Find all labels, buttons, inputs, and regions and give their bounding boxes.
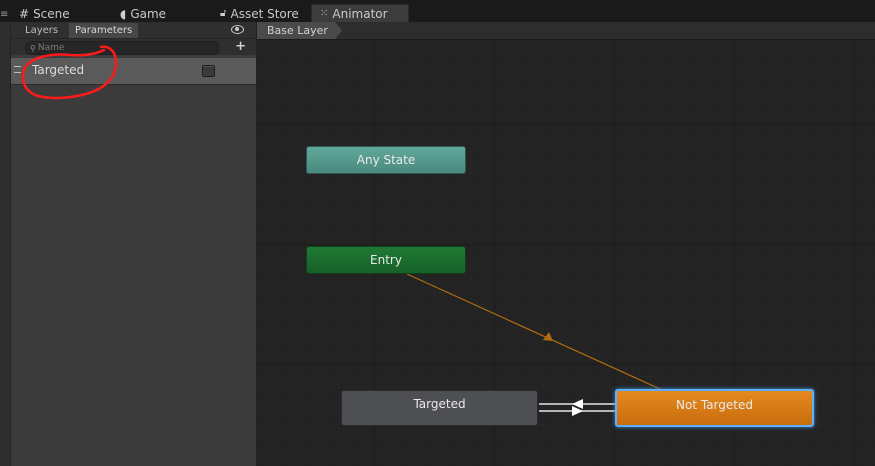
entry-default-transition[interactable] xyxy=(406,273,661,390)
state-label: Targeted xyxy=(413,397,466,411)
state-label: Entry xyxy=(370,253,402,267)
targeted-state-node[interactable]: Targeted xyxy=(341,390,538,426)
not-targeted-state-node[interactable]: Not Targeted xyxy=(615,389,814,427)
state-label: Not Targeted xyxy=(676,398,753,412)
any-state-node[interactable]: Any State xyxy=(306,146,466,174)
state-label: Any State xyxy=(356,153,416,167)
entry-node[interactable]: Entry xyxy=(306,246,466,274)
